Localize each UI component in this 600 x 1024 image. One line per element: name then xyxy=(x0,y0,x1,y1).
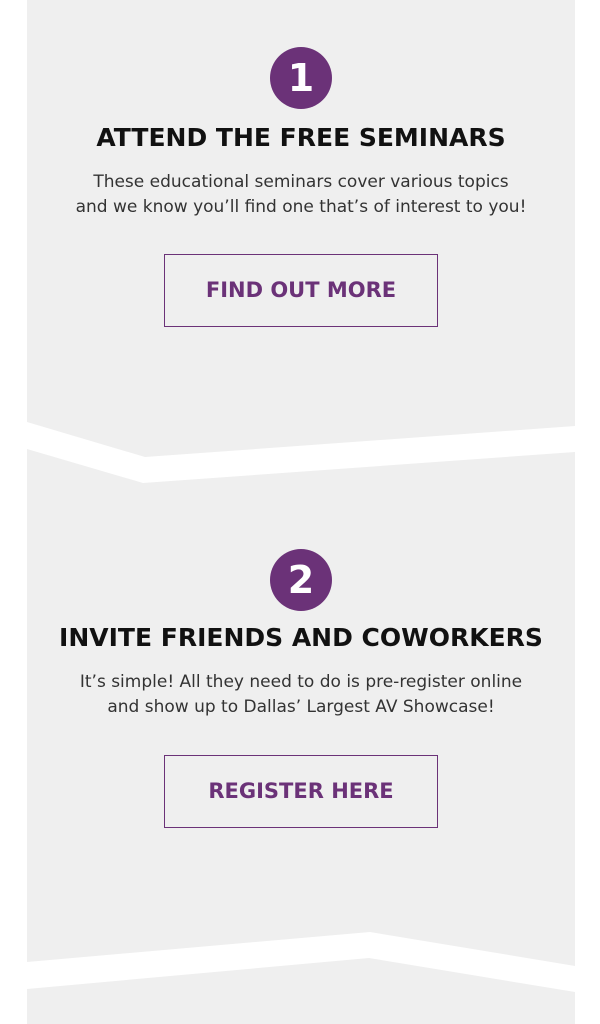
step-number-badge: 1 xyxy=(270,47,332,109)
step-description-line: It’s simple! All they need to do is pre-… xyxy=(79,672,523,692)
step-title: INVITE FRIENDS AND COWORKERS xyxy=(59,623,543,652)
step-description: These educational seminars cover various… xyxy=(27,170,575,220)
step-number-badge: 2 xyxy=(270,549,332,611)
step-2-section: 2 INVITE FRIENDS AND COWORKERS It’s simp… xyxy=(27,549,575,828)
find-out-more-button[interactable]: FIND OUT MORE xyxy=(164,254,438,327)
step-description: It’s simple! All they need to do is pre-… xyxy=(27,670,575,720)
register-here-button[interactable]: REGISTER HERE xyxy=(164,755,438,828)
step-title: ATTEND THE FREE SEMINARS xyxy=(96,123,506,152)
step-description-line: These educational seminars cover various… xyxy=(93,172,509,192)
step-description-line: and we know you’ll find one that’s of in… xyxy=(75,197,527,217)
panel-step-3 xyxy=(27,958,575,1024)
page: 1 ATTEND THE FREE SEMINARS These educati… xyxy=(0,0,600,1024)
step-description-line: and show up to Dallas’ Largest AV Showca… xyxy=(107,697,495,717)
step-1-section: 1 ATTEND THE FREE SEMINARS These educati… xyxy=(27,47,575,327)
